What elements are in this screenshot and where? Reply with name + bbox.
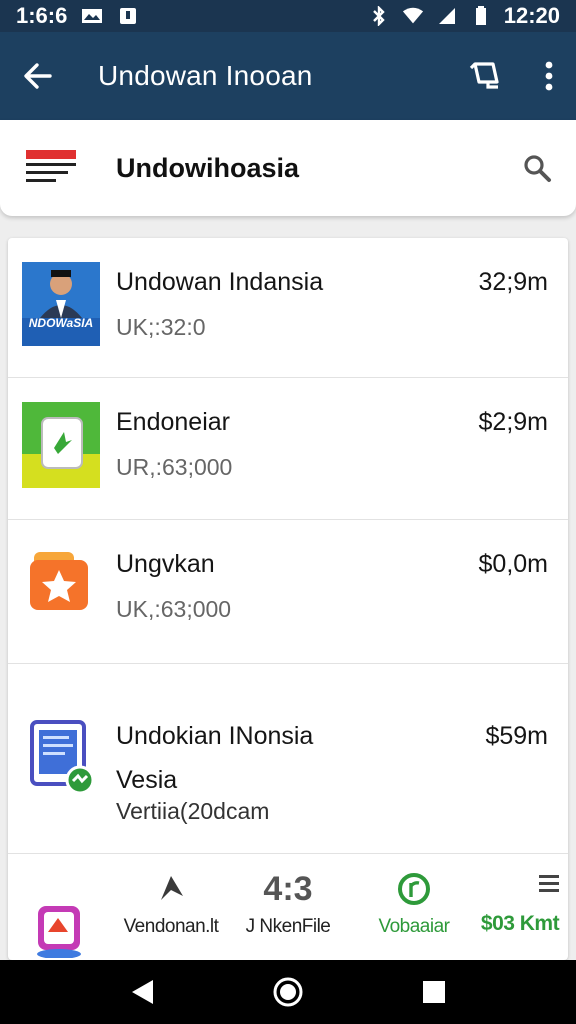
- item-title: Ungvkan: [116, 550, 215, 578]
- navigation-arrow-icon: [112, 872, 230, 906]
- item-title: Endoneiar: [116, 408, 230, 436]
- list-item[interactable]: Ungvkan UK,:63;000 $0,0m: [8, 520, 568, 664]
- image-notification-icon: [81, 7, 103, 25]
- bluetooth-icon: [368, 6, 390, 26]
- back-arrow-icon[interactable]: [22, 60, 54, 92]
- nav-number-icon: 4:3: [263, 870, 313, 908]
- crop-icon[interactable]: [468, 58, 504, 94]
- notification-icon: [117, 7, 139, 25]
- app-list: NDOWaSIA Undowan Indansia UK;:32:0 32;9m…: [8, 238, 568, 960]
- star-folder-icon: [28, 550, 90, 619]
- status-time-right: 12:20: [503, 3, 560, 28]
- nav-item-file[interactable]: 4:3 J NkenFile: [236, 872, 340, 938]
- list-item[interactable]: Endoneiar UR,:63;000 $2;9m: [8, 378, 568, 520]
- app-bar: Undowan Inooan: [0, 32, 576, 120]
- menu-icon: [474, 872, 566, 906]
- nav-label: Vobaaiar: [378, 916, 450, 937]
- search-label: Undowihoasia: [116, 152, 300, 183]
- item-title-line2: Vesia: [116, 766, 178, 794]
- list-item[interactable]: Undokian INonsia Vesia Vertiia(20dcam $5…: [8, 664, 568, 854]
- item-price: $2;9m: [478, 408, 548, 436]
- app-shortcut-icon[interactable]: [34, 902, 84, 960]
- bottom-navigation: Vendonan.lt 4:3 J NkenFile Vobaaiar $03 …: [8, 854, 568, 960]
- nav-label: $03 Kmt: [480, 912, 560, 935]
- item-title: Undowan Indansia: [116, 268, 324, 296]
- circle-r-icon: [362, 872, 466, 906]
- battery-icon: [470, 6, 492, 25]
- nav-label: J NkenFile: [245, 916, 331, 937]
- nav-item-vendonan[interactable]: Vendonan.lt: [112, 872, 230, 938]
- back-triangle-icon[interactable]: [129, 978, 155, 1006]
- politician-app-logo: NDOWaSIA: [22, 262, 100, 351]
- item-subtitle: UK,:63;000: [116, 596, 232, 622]
- status-time-left: 1:6:6: [16, 3, 68, 28]
- item-subtitle: Vertiia(20dcam: [116, 798, 270, 824]
- status-bar: 1:6:6 12:20: [0, 0, 576, 32]
- flag-menu-icon[interactable]: [24, 150, 78, 186]
- app-title: Undowan Inooan: [98, 60, 313, 91]
- logo-text: NDOWaSIA: [28, 316, 94, 330]
- list-item[interactable]: NDOWaSIA Undowan Indansia UK;:32:0 32;9m: [8, 238, 568, 378]
- item-subtitle: UR,:63;000: [116, 454, 233, 480]
- nav-item-vobaaiar[interactable]: Vobaaiar: [362, 872, 466, 938]
- item-price: $59m: [485, 722, 548, 750]
- home-circle-icon[interactable]: [272, 976, 304, 1008]
- item-subtitle: UK;:32:0: [116, 314, 206, 340]
- document-app-icon: [22, 402, 100, 493]
- tablet-app-icon: [30, 720, 96, 801]
- nav-item-kmt[interactable]: $03 Kmt: [474, 872, 566, 936]
- search-icon[interactable]: [522, 153, 552, 183]
- more-options-icon[interactable]: [544, 60, 554, 92]
- system-navigation-bar: [0, 960, 576, 1024]
- recents-square-icon[interactable]: [421, 979, 447, 1005]
- nav-label: Vendonan.lt: [123, 916, 219, 937]
- item-price: $0,0m: [478, 550, 548, 578]
- signal-icon: [436, 7, 458, 25]
- item-title: Undokian INonsia: [116, 722, 314, 750]
- wifi-icon: [402, 7, 424, 25]
- item-price: 32;9m: [478, 268, 548, 296]
- search-card[interactable]: Undowihoasia: [0, 120, 576, 216]
